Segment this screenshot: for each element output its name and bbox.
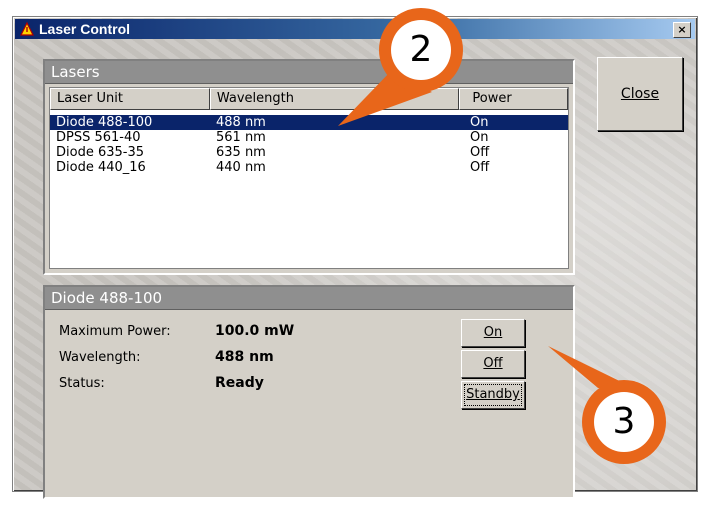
callout-2-number: 2 [409,29,433,70]
callout-3-number: 3 [612,401,636,442]
